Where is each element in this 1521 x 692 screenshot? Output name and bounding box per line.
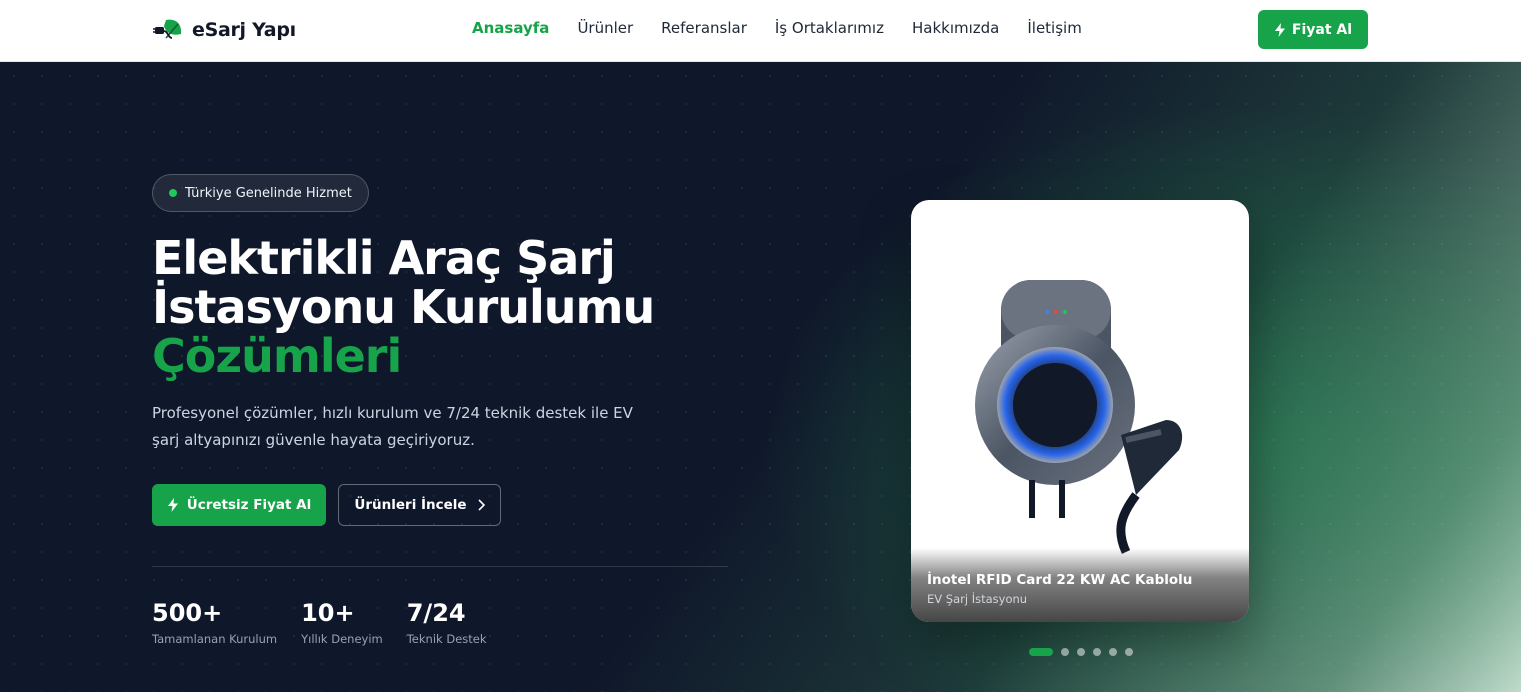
carousel-dot-6[interactable] bbox=[1125, 648, 1133, 656]
stat-experience: 10+ Yıllık Deneyim bbox=[301, 598, 383, 646]
nav-item-anasayfa[interactable]: Anasayfa bbox=[472, 19, 549, 37]
carousel-dot-2[interactable] bbox=[1061, 648, 1069, 656]
product-subtitle: EV Şarj İstasyonu bbox=[927, 592, 1028, 606]
carousel-dot-4[interactable] bbox=[1093, 648, 1101, 656]
hero-title-line-2: İstasyonu Kurulumu bbox=[152, 280, 655, 334]
badge-text: Türkiye Genelinde Hizmet bbox=[185, 185, 352, 201]
main-nav: Anasayfa Ürünler Referanslar İş Ortaklar… bbox=[472, 19, 1082, 37]
product-card[interactable]: İnotel RFID Card 22 KW AC Kablolu EV Şar… bbox=[911, 200, 1249, 622]
nav-item-referanslar[interactable]: Referanslar bbox=[661, 19, 747, 37]
get-quote-label: Fiyat Al bbox=[1291, 21, 1353, 38]
stat-support: 7/24 Teknik Destek bbox=[407, 598, 487, 646]
site-header: eSarj Yapı Anasayfa Ürünler Referanslar … bbox=[0, 0, 1521, 62]
free-quote-label: Ücretsiz Fiyat Al bbox=[186, 497, 312, 513]
stat-label: Teknik Destek bbox=[406, 632, 487, 646]
stat-value: 10+ bbox=[301, 599, 355, 627]
ev-plug-leaf-icon bbox=[153, 19, 182, 39]
chevron-right-icon bbox=[478, 499, 485, 511]
stat-value: 7/24 bbox=[406, 599, 466, 627]
hero-description: Profesyonel çözümler, hızlı kurulum ve 7… bbox=[152, 404, 633, 449]
nav-item-is-ortaklarimiz[interactable]: İş Ortaklarımız bbox=[775, 19, 884, 37]
free-quote-button[interactable]: Ücretsiz Fiyat Al bbox=[152, 484, 326, 526]
lightning-icon bbox=[167, 498, 178, 512]
browse-products-label: Ürünleri İncele bbox=[354, 497, 467, 513]
get-quote-button[interactable]: Fiyat Al bbox=[1258, 10, 1368, 49]
browse-products-button[interactable]: Ürünleri İncele bbox=[338, 484, 501, 526]
stat-installations: 500+ Tamamlanan Kurulum bbox=[152, 598, 277, 646]
carousel-pagination bbox=[1029, 648, 1133, 656]
hero-title-accent: Çözümleri bbox=[152, 329, 402, 383]
carousel-dot-1[interactable] bbox=[1029, 648, 1053, 656]
nav-item-iletisim[interactable]: İletişim bbox=[1027, 19, 1081, 37]
lightning-icon bbox=[1274, 22, 1285, 37]
service-badge: Türkiye Genelinde Hizmet bbox=[152, 174, 369, 212]
ev-charger-product-image bbox=[975, 280, 1183, 554]
carousel-dot-5[interactable] bbox=[1109, 648, 1117, 656]
stat-label: Tamamlanan Kurulum bbox=[152, 632, 278, 646]
nav-item-hakkimizda[interactable]: Hakkımızda bbox=[912, 19, 999, 37]
product-title: İnotel RFID Card 22 KW AC Kablolu bbox=[927, 572, 1193, 588]
carousel-dot-3[interactable] bbox=[1077, 648, 1085, 656]
hero-title-line-1: Elektrikli Araç Şarj bbox=[152, 231, 616, 285]
stat-value: 500+ bbox=[152, 599, 223, 627]
divider bbox=[152, 566, 728, 567]
hero-title: Elektrikli Araç Şarj İstasyonu Kurulumu … bbox=[152, 234, 752, 381]
brand-logo[interactable]: eSarj Yapı bbox=[152, 16, 296, 44]
hero-section: Türkiye Genelinde Hizmet Elektrikli Araç… bbox=[0, 62, 1521, 692]
status-dot-icon bbox=[169, 189, 177, 197]
stats-row: 500+ Tamamlanan Kurulum 10+ Yıllık Deney… bbox=[152, 598, 487, 646]
brand-name: eSarj Yapı bbox=[192, 19, 296, 41]
nav-item-urunler[interactable]: Ürünler bbox=[577, 19, 633, 37]
stat-label: Yıllık Deneyim bbox=[301, 632, 383, 646]
